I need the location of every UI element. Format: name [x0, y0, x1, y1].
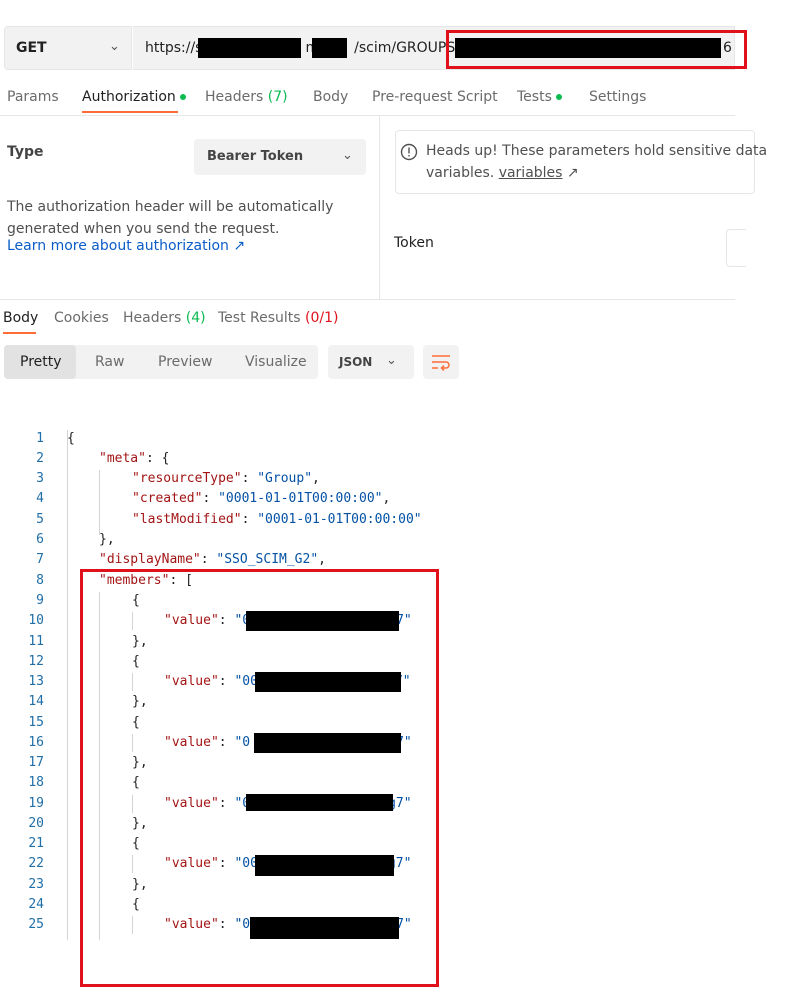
- line-number: 6: [36, 532, 44, 547]
- format-raw-button[interactable]: Raw: [95, 354, 124, 370]
- info-text-line2: variables. variables ↗: [426, 165, 579, 181]
- indent-guide: [99, 470, 100, 535]
- method-label: GET: [16, 40, 47, 56]
- code-line: "created": "0001-01-01T00:00:00",: [132, 491, 391, 506]
- tab-headers[interactable]: Headers (7): [205, 89, 288, 105]
- line-number: 20: [28, 816, 44, 831]
- format-preview-button[interactable]: Preview: [158, 354, 213, 370]
- line-number: 18: [28, 775, 44, 790]
- line-number: 10: [28, 613, 44, 628]
- tab-pre-request-script[interactable]: Pre-request Script: [372, 89, 498, 105]
- line-number: 1: [36, 431, 44, 446]
- line-number: 23: [28, 877, 44, 892]
- tab-params[interactable]: Params: [7, 89, 59, 105]
- divider: [0, 299, 735, 300]
- tab-body[interactable]: Body: [313, 89, 348, 105]
- learn-more-link[interactable]: Learn more about authorization ↗: [7, 238, 245, 254]
- auth-description: The authorization header will be automat…: [7, 199, 334, 237]
- redacted-block: [198, 38, 301, 58]
- line-number: 24: [28, 897, 44, 912]
- tab-authorization[interactable]: Authorization: [82, 89, 186, 105]
- code-line: {: [67, 431, 75, 446]
- status-dot-icon: [179, 94, 186, 100]
- code-line: "resourceType": "Group",: [132, 471, 320, 486]
- line-number: 8: [36, 573, 44, 588]
- tab-tests[interactable]: Tests: [517, 89, 562, 105]
- highlight-box: [446, 30, 747, 69]
- code-line: "displayName": "SSO_SCIM_G2",: [99, 552, 326, 567]
- info-icon: [400, 143, 418, 161]
- line-number: 16: [28, 735, 44, 750]
- active-tab-indicator: [3, 332, 36, 334]
- line-number: 9: [36, 593, 44, 608]
- chevron-down-icon: ⌄: [109, 39, 120, 54]
- gutter-divider: [67, 430, 68, 940]
- tab-cookies[interactable]: Cookies: [54, 310, 109, 326]
- auth-type-select[interactable]: Bearer Token ⌄: [194, 139, 366, 175]
- external-link-icon: ↗: [566, 165, 579, 181]
- line-number: 2: [36, 451, 44, 466]
- info-text-line1: Heads up! These parameters hold sensitiv…: [426, 143, 768, 159]
- wrap-icon: [432, 355, 450, 372]
- tab-response-headers[interactable]: Headers (4): [123, 310, 206, 326]
- active-tab-indicator: [82, 111, 178, 113]
- line-number: 21: [28, 836, 44, 851]
- format-pretty-button[interactable]: Pretty: [20, 354, 62, 370]
- line-number: 7: [36, 552, 44, 567]
- divider: [0, 115, 735, 116]
- chevron-down-icon: ⌄: [386, 353, 397, 368]
- url-text: https://sm/scim/GROUPS/d: [145, 40, 469, 56]
- highlight-box: [80, 569, 439, 987]
- json-format-select[interactable]: JSON ⌄: [328, 345, 414, 379]
- variables-link[interactable]: variables: [499, 165, 563, 181]
- tab-test-results[interactable]: Test Results (0/1): [218, 310, 339, 326]
- line-number: 25: [28, 917, 44, 932]
- code-line: },: [99, 532, 115, 547]
- tab-settings[interactable]: Settings: [589, 89, 646, 105]
- chevron-down-icon: ⌄: [342, 148, 353, 163]
- auth-type-value: Bearer Token: [207, 149, 304, 164]
- divider: [379, 116, 380, 299]
- line-number: 12: [28, 654, 44, 669]
- type-label: Type: [7, 144, 44, 160]
- code-line: "meta": {: [99, 451, 170, 466]
- line-number: 5: [36, 512, 44, 527]
- line-number: 11: [28, 634, 44, 649]
- json-format-label: JSON: [339, 355, 373, 369]
- redacted-block: [312, 38, 347, 58]
- format-visualize-button[interactable]: Visualize: [245, 354, 307, 370]
- status-dot-icon: [555, 94, 562, 100]
- token-input[interactable]: [726, 229, 746, 267]
- info-banner: [395, 130, 755, 194]
- code-line: "lastModified": "0001-01-01T00:00:00": [132, 512, 422, 527]
- line-number: 22: [28, 856, 44, 871]
- wrap-lines-button[interactable]: [423, 345, 459, 379]
- line-number: 3: [36, 471, 44, 486]
- line-number: 13: [28, 674, 44, 689]
- line-number: 15: [28, 715, 44, 730]
- method-select[interactable]: GET ⌄: [4, 26, 132, 70]
- line-number: 4: [36, 491, 44, 506]
- line-number: 17: [28, 755, 44, 770]
- line-number: 19: [28, 796, 44, 811]
- line-number: 14: [28, 694, 44, 709]
- token-label: Token: [394, 235, 434, 251]
- tab-response-body[interactable]: Body: [3, 310, 38, 326]
